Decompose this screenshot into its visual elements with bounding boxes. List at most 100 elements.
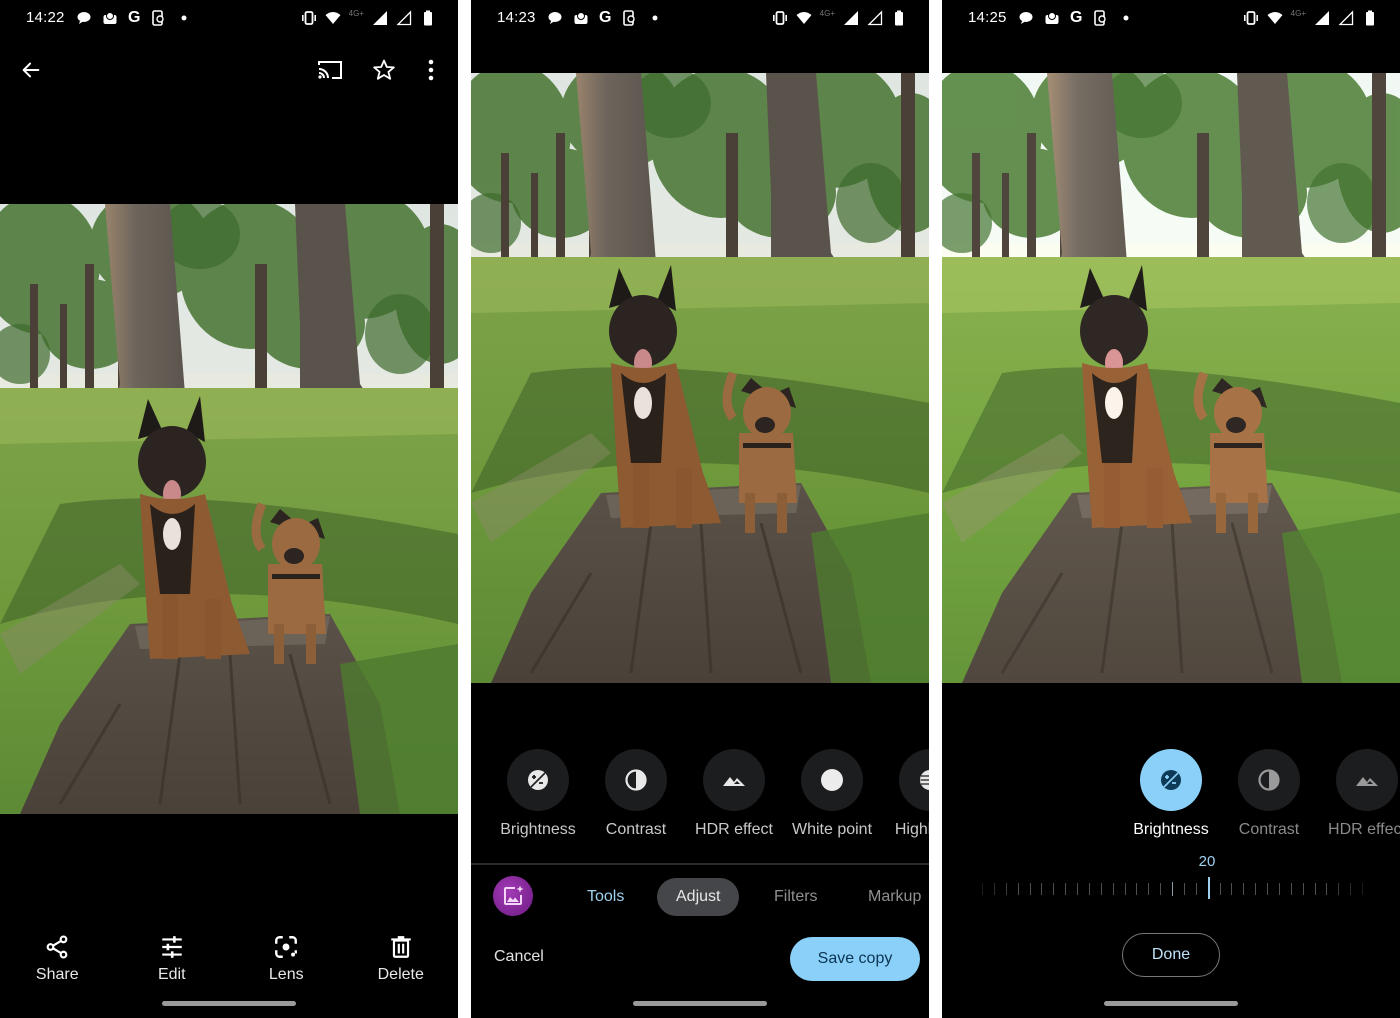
hdr-icon: [1356, 777, 1378, 786]
gesture-navigation-bar[interactable]: [162, 1001, 296, 1006]
share-label: Share: [35, 966, 79, 983]
tool-label: Brightness: [500, 821, 576, 838]
favorite-button[interactable]: [371, 57, 397, 83]
slider-tick: [1172, 882, 1173, 896]
adjust-tools-carousel[interactable]: Brightness Contrast HDR effect White poi…: [471, 749, 929, 849]
photo-preview[interactable]: [471, 73, 929, 683]
delete-label: Delete: [377, 966, 424, 983]
adjust-tools-carousel[interactable]: Brightness Contrast HDR effect: [942, 749, 1400, 849]
slider-tick: [1243, 883, 1245, 895]
tool-contrast[interactable]: Contrast: [588, 749, 684, 839]
magic-editor-button[interactable]: [493, 876, 533, 916]
chat-notification-icon: [1019, 12, 1033, 24]
editor-tabs: Tools Adjust Filters Markup: [471, 876, 929, 918]
status-bar: 14:25 G 4G+: [942, 0, 1400, 36]
tool-contrast[interactable]: Contrast: [1221, 749, 1317, 839]
battery-icon: [1366, 10, 1374, 26]
gesture-navigation-bar[interactable]: [633, 1001, 767, 1006]
slider-tick: [982, 883, 983, 895]
photo-image: [942, 73, 1400, 683]
slider-tick: [1350, 883, 1352, 895]
gesture-navigation-bar[interactable]: [1104, 1001, 1238, 1006]
vibrate-icon: [772, 11, 787, 25]
back-button[interactable]: [18, 57, 44, 83]
tool-label: White point: [791, 821, 873, 838]
cancel-button[interactable]: Cancel: [494, 948, 544, 966]
dot-icon: [181, 15, 187, 21]
tune-icon: [162, 936, 182, 958]
chat-notification-icon: [77, 12, 91, 24]
signal-empty-icon: [867, 10, 883, 26]
slider-tick: [1148, 883, 1150, 895]
photo-actions-bar: Share Edit Lens Delete: [0, 934, 458, 984]
chat-notification-icon: [548, 12, 562, 24]
photo-preview[interactable]: [942, 73, 1400, 683]
divider: [471, 863, 929, 865]
tab-adjust[interactable]: Adjust: [657, 878, 740, 916]
tab-tools[interactable]: Tools: [568, 878, 643, 916]
signal-empty-icon: [1338, 10, 1354, 26]
slider-tick: [1124, 883, 1126, 895]
slider-tick: [1290, 883, 1292, 895]
slider-tick: [1231, 883, 1233, 895]
photo-image: [471, 73, 929, 683]
tab-filters[interactable]: Filters: [755, 878, 837, 916]
slider-tick: [1041, 883, 1043, 895]
more-options-button[interactable]: [418, 57, 444, 83]
vibrate-icon: [301, 11, 316, 25]
battery-icon: [424, 10, 432, 26]
share-button[interactable]: Share: [0, 934, 115, 984]
save-copy-button[interactable]: Save copy: [790, 937, 920, 981]
tool-label: Highlights: [894, 821, 929, 838]
highlights-icon: [920, 770, 929, 790]
contrast-icon: [1258, 769, 1280, 791]
wifi-icon: [325, 12, 341, 24]
edit-label: Edit: [157, 966, 186, 983]
cast-icon: [318, 61, 342, 79]
wifi-icon: [796, 12, 812, 24]
battery-icon: [895, 10, 903, 26]
lens-button[interactable]: Lens: [229, 934, 344, 984]
phone-link-icon: [152, 10, 165, 26]
status-time: 14:23: [497, 9, 536, 26]
hdr-icon: [723, 777, 745, 786]
photo[interactable]: [0, 204, 458, 814]
tool-hdr-effect[interactable]: HDR effect: [686, 749, 782, 839]
more-vert-icon: [428, 59, 434, 81]
tool-label: Brightness: [1133, 821, 1209, 838]
slider-tick: [1017, 883, 1019, 895]
signal-full-icon: [373, 11, 387, 25]
cast-button[interactable]: [317, 57, 343, 83]
slider-tick: [1029, 883, 1031, 895]
tool-white-point[interactable]: White point: [784, 749, 880, 839]
tab-markup[interactable]: Markup: [849, 878, 929, 916]
slider-tick: [1267, 883, 1268, 895]
slider-tick: [1112, 883, 1114, 895]
dot-icon: [1123, 15, 1129, 21]
brightness-value: 20: [1198, 853, 1216, 870]
slider-tick: [1100, 883, 1102, 895]
star-icon: [373, 59, 395, 80]
done-button[interactable]: Done: [1122, 933, 1220, 977]
tool-brightness[interactable]: Brightness: [1123, 749, 1219, 839]
tool-highlights[interactable]: Highlights: [882, 749, 929, 839]
slider-tick: [1136, 883, 1138, 895]
google-icon: G: [128, 9, 141, 26]
photo-editor-brightness-screen: 14:25 G 4G+ Brightness Contrast HDR effe…: [942, 0, 1400, 1018]
slider-tick: [1195, 883, 1197, 895]
signal-full-icon: [844, 11, 858, 25]
slider-tick: [1183, 883, 1185, 895]
app-notification-icon: [103, 12, 117, 24]
slider-thumb[interactable]: [1207, 877, 1210, 899]
edit-button[interactable]: Edit: [115, 934, 230, 984]
slider-tick: [1077, 883, 1078, 895]
white-point-icon: [821, 769, 843, 791]
delete-button[interactable]: Delete: [344, 934, 459, 984]
slider-tick: [1219, 883, 1221, 895]
tool-brightness[interactable]: Brightness: [490, 749, 586, 839]
slider-tick: [1338, 883, 1340, 895]
vibrate-icon: [1243, 11, 1258, 25]
brightness-slider[interactable]: [982, 877, 1363, 901]
tool-hdr-effect[interactable]: HDR effect: [1319, 749, 1400, 839]
network-type-label: 4G+: [348, 9, 364, 18]
